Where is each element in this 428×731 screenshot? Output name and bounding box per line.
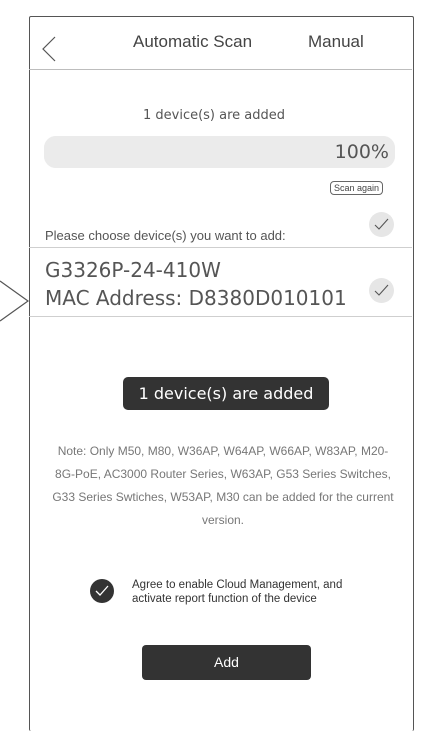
scan-progress-bar: 100% [44, 136, 395, 168]
select-all-checkbox[interactable] [369, 212, 394, 237]
page-title: Automatic Scan [133, 32, 253, 51]
choose-devices-label: Please choose device(s) you want to add: [45, 228, 286, 243]
manual-tab[interactable]: Manual [308, 32, 364, 52]
checkmark-icon [374, 218, 389, 230]
added-count-text: 1 device(s) are added [142, 108, 286, 123]
progress-percent: 100% [334, 141, 389, 163]
checkmark-icon [95, 585, 109, 596]
phone-frame [29, 16, 414, 731]
header-divider [29, 69, 412, 70]
device-name: G3326P-24-410W [45, 258, 221, 282]
agree-cloud-management-text: Agree to enable Cloud Management, and ac… [132, 579, 343, 605]
divider [29, 247, 412, 248]
toast-message: 1 device(s) are added [123, 377, 329, 410]
divider [29, 316, 412, 317]
device-checkbox[interactable] [369, 278, 394, 303]
chevron-left-icon[interactable] [39, 36, 61, 62]
compatibility-note: Note: Only M50, M80, W36AP, W64AP, W66AP… [52, 444, 394, 527]
add-button[interactable]: Add [142, 645, 311, 680]
agree-checkbox[interactable] [90, 579, 114, 603]
device-mac-address: MAC Address: D8380D010101 [45, 286, 347, 310]
checkmark-icon [374, 284, 389, 296]
chevron-right-icon [0, 280, 30, 322]
scan-again-button[interactable]: Scan again [330, 181, 384, 195]
